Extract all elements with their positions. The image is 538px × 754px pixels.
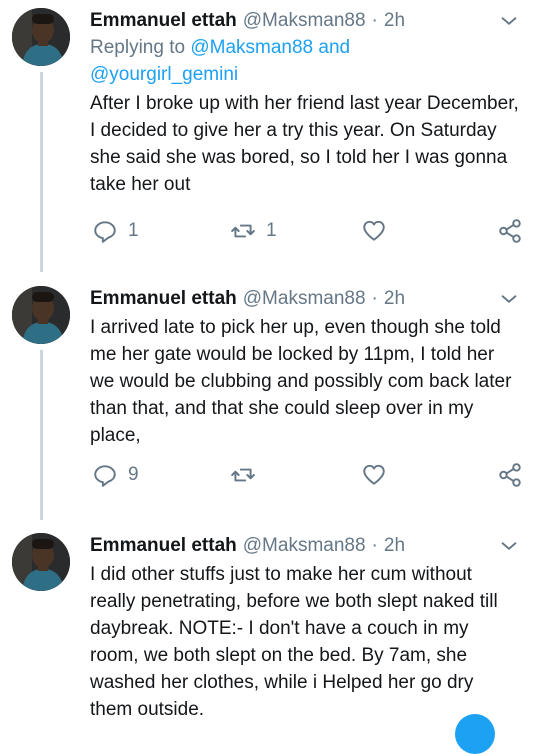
display-name[interactable]: Emmanuel ettah	[90, 535, 237, 557]
avatar[interactable]	[12, 533, 70, 591]
tweet-3[interactable]: Emmanuel ettah @Maksman88 · 2h I did oth…	[0, 527, 538, 720]
retweet-button[interactable]: 1	[230, 216, 277, 246]
tweet-actions: 1 1	[0, 216, 538, 246]
share-button[interactable]	[497, 460, 523, 490]
avatar[interactable]	[12, 286, 70, 344]
username[interactable]: @Maksman88	[243, 10, 366, 32]
username[interactable]: @Maksman88	[243, 288, 366, 310]
chevron-down-icon[interactable]	[498, 288, 520, 310]
avatar[interactable]	[12, 8, 70, 66]
thread-line	[40, 350, 43, 520]
retweet-button[interactable]	[230, 460, 266, 490]
reply-count: 1	[128, 220, 139, 241]
tweet-header: Emmanuel ettah @Maksman88 · 2h	[90, 533, 520, 559]
tweet-text: I arrived late to pick her up, even thou…	[90, 317, 512, 446]
mention-link[interactable]: @yourgirl_gemini	[90, 64, 238, 85]
separator: ·	[371, 535, 378, 556]
reply-button[interactable]: 1	[92, 216, 139, 246]
chevron-down-icon[interactable]	[498, 535, 520, 557]
mention-link[interactable]: @Maksman88	[190, 37, 313, 58]
retweet-count: 1	[266, 220, 277, 241]
chevron-down-icon[interactable]	[498, 10, 520, 32]
tweet-text: After I broke up with her friend last ye…	[90, 93, 519, 195]
display-name[interactable]: Emmanuel ettah	[90, 10, 237, 32]
like-button[interactable]	[361, 460, 387, 490]
display-name[interactable]: Emmanuel ettah	[90, 288, 237, 310]
reply-button[interactable]: 9	[92, 460, 139, 490]
compose-fab[interactable]	[455, 714, 495, 754]
separator: ·	[371, 10, 378, 31]
like-icon	[363, 220, 385, 241]
share-icon	[499, 463, 521, 487]
reply-icon	[94, 465, 116, 487]
tweet-1[interactable]: Emmanuel ettah @Maksman88 · 2h Replying …	[0, 0, 538, 272]
tweet-header: Emmanuel ettah @Maksman88 · 2h	[90, 8, 520, 34]
tweet-actions: 9	[0, 460, 538, 490]
username[interactable]: @Maksman88	[243, 535, 366, 557]
reply-count: 9	[128, 464, 139, 485]
retweet-icon	[231, 224, 255, 238]
replying-to: Replying to @Maksman88 and @yourgirl_gem…	[90, 34, 520, 88]
like-icon	[363, 464, 385, 485]
timestamp[interactable]: 2h	[384, 288, 405, 310]
tweet-text: I did other stuffs just to make her cum …	[90, 564, 498, 720]
tweet-2[interactable]: Emmanuel ettah @Maksman88 · 2h I arrived…	[0, 280, 538, 520]
replying-prefix: Replying to	[90, 37, 186, 58]
timestamp[interactable]: 2h	[384, 10, 405, 32]
like-button[interactable]	[361, 216, 387, 246]
retweet-icon	[231, 468, 255, 482]
replying-and: and	[318, 37, 351, 58]
share-icon	[499, 219, 521, 243]
timestamp[interactable]: 2h	[384, 535, 405, 557]
tweet-header: Emmanuel ettah @Maksman88 · 2h	[90, 286, 520, 312]
share-button[interactable]	[497, 216, 523, 246]
separator: ·	[371, 288, 378, 309]
reply-icon	[94, 221, 116, 243]
